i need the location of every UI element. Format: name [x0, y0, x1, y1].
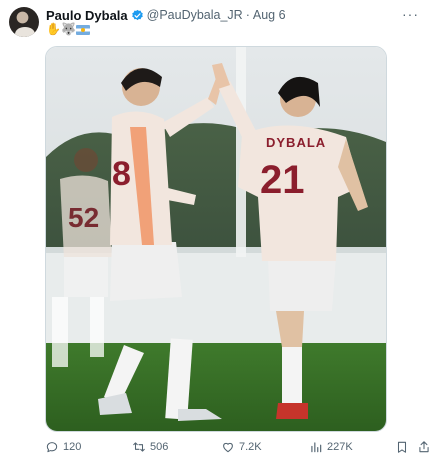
repost-button[interactable]: 506 [132, 438, 168, 456]
views-button[interactable]: 227K [309, 438, 353, 456]
reply-icon [46, 442, 58, 453]
like-button[interactable]: 7.2K [221, 438, 262, 456]
argentina-flag-emoji [76, 25, 90, 35]
left-player-number: 8 [112, 155, 131, 193]
tweet-header: Paulo Dybala @PauDybala_JR · Aug 6 [46, 7, 286, 23]
bookmark-button[interactable] [395, 438, 409, 456]
share-icon [419, 441, 429, 453]
share-button[interactable] [417, 438, 431, 456]
repost-count: 506 [150, 441, 169, 453]
bookmark-icon [397, 441, 407, 453]
wolf-emoji: 🐺 [61, 22, 76, 36]
author-handle[interactable]: @PauDybala_JR [147, 8, 243, 22]
tweet-actions: 120 506 7.2K 227K [45, 438, 431, 456]
tweet-photo[interactable]: 52 8 DYBALA 21 [45, 46, 387, 432]
right-player-surname: DYBALA [266, 135, 326, 150]
more-options-icon[interactable]: ··· [402, 6, 419, 22]
verified-badge-icon [131, 9, 144, 22]
tweet-text: ✋ 🐺 [46, 22, 90, 36]
raised-hand-emoji: ✋ [46, 22, 61, 36]
author-name[interactable]: Paulo Dybala [46, 8, 128, 23]
reply-button[interactable]: 120 [45, 438, 81, 456]
views-chart-icon [311, 442, 322, 453]
heart-icon [223, 442, 233, 453]
views-count: 227K [327, 441, 353, 453]
post-date[interactable]: Aug 6 [253, 8, 286, 22]
separator-dot: · [245, 8, 250, 22]
reply-count: 120 [63, 441, 82, 453]
avatar[interactable] [9, 7, 39, 37]
like-count: 7.2K [239, 441, 262, 453]
right-player-number: 21 [260, 158, 305, 202]
photo-scene: 52 8 DYBALA 21 [46, 47, 386, 431]
repost-icon [133, 442, 145, 452]
background-player-number: 52 [68, 202, 99, 233]
